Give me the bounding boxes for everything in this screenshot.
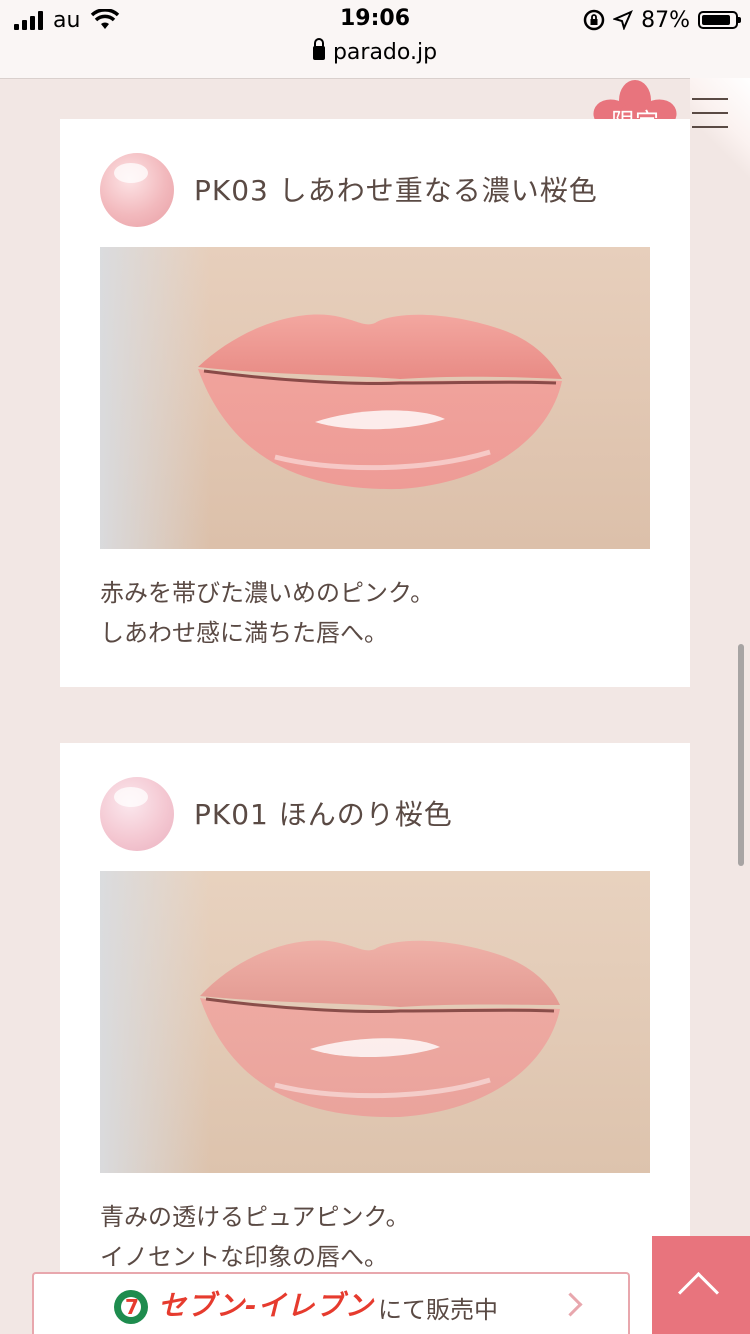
description-line: イノセントな印象の唇へ。 <box>100 1243 388 1271</box>
address-bar[interactable]: parado.jp <box>0 38 750 65</box>
chevron-right-icon <box>558 1292 583 1317</box>
product-title: PK01 ほんのり桜色 <box>194 798 453 831</box>
back-to-top-button[interactable] <box>652 1236 750 1334</box>
description-line: 赤みを帯びた濃いめのピンク。 <box>100 579 435 607</box>
product-card-pk03: PK03 しあわせ重なる濃い桜色 赤みを帯びた濃いめのピンク。 しあわせ感に満ち… <box>60 119 690 687</box>
lock-icon <box>312 38 325 60</box>
battery-percent: 87% <box>641 7 690 33</box>
color-swatch <box>100 153 174 227</box>
status-right: 87% <box>583 6 741 34</box>
product-description: 赤みを帯びた濃いめのピンク。 しあわせ感に満ちた唇へ。 <box>100 573 434 653</box>
description-line: しあわせ感に満ちた唇へ。 <box>100 619 388 647</box>
rotation-lock-icon <box>583 9 605 31</box>
product-description: 青みの透けるピュアピンク。 イノセントな印象の唇へ。 <box>100 1197 410 1277</box>
location-icon <box>613 10 634 30</box>
lip-photo <box>100 871 650 1173</box>
description-line: 青みの透けるピュアピンク。 <box>100 1203 410 1231</box>
lip-photo <box>100 247 650 549</box>
color-swatch <box>100 777 174 851</box>
brand-name: セブン-イレブン <box>158 1289 374 1322</box>
sold-at-label: にて販売中 <box>378 1296 498 1324</box>
seven-eleven-banner[interactable]: セブン-イレブン にて販売中 <box>32 1272 630 1334</box>
product-title: PK03 しあわせ重なる濃い桜色 <box>194 174 598 207</box>
chevron-up-icon <box>677 1271 720 1314</box>
corner-decoration <box>690 78 750 188</box>
status-bar: au 19:06 87% parado.jp <box>0 0 750 79</box>
battery-icon <box>698 11 741 29</box>
scrollbar[interactable] <box>738 644 744 866</box>
url-text: parado.jp <box>332 40 438 65</box>
hamburger-menu-icon[interactable] <box>692 98 728 132</box>
seven-eleven-logo-icon <box>114 1290 148 1324</box>
product-card-pk01: PK01 ほんのり桜色 青みの透けるピュアピンク。 イノセントな印象の唇へ。 <box>60 743 690 1334</box>
